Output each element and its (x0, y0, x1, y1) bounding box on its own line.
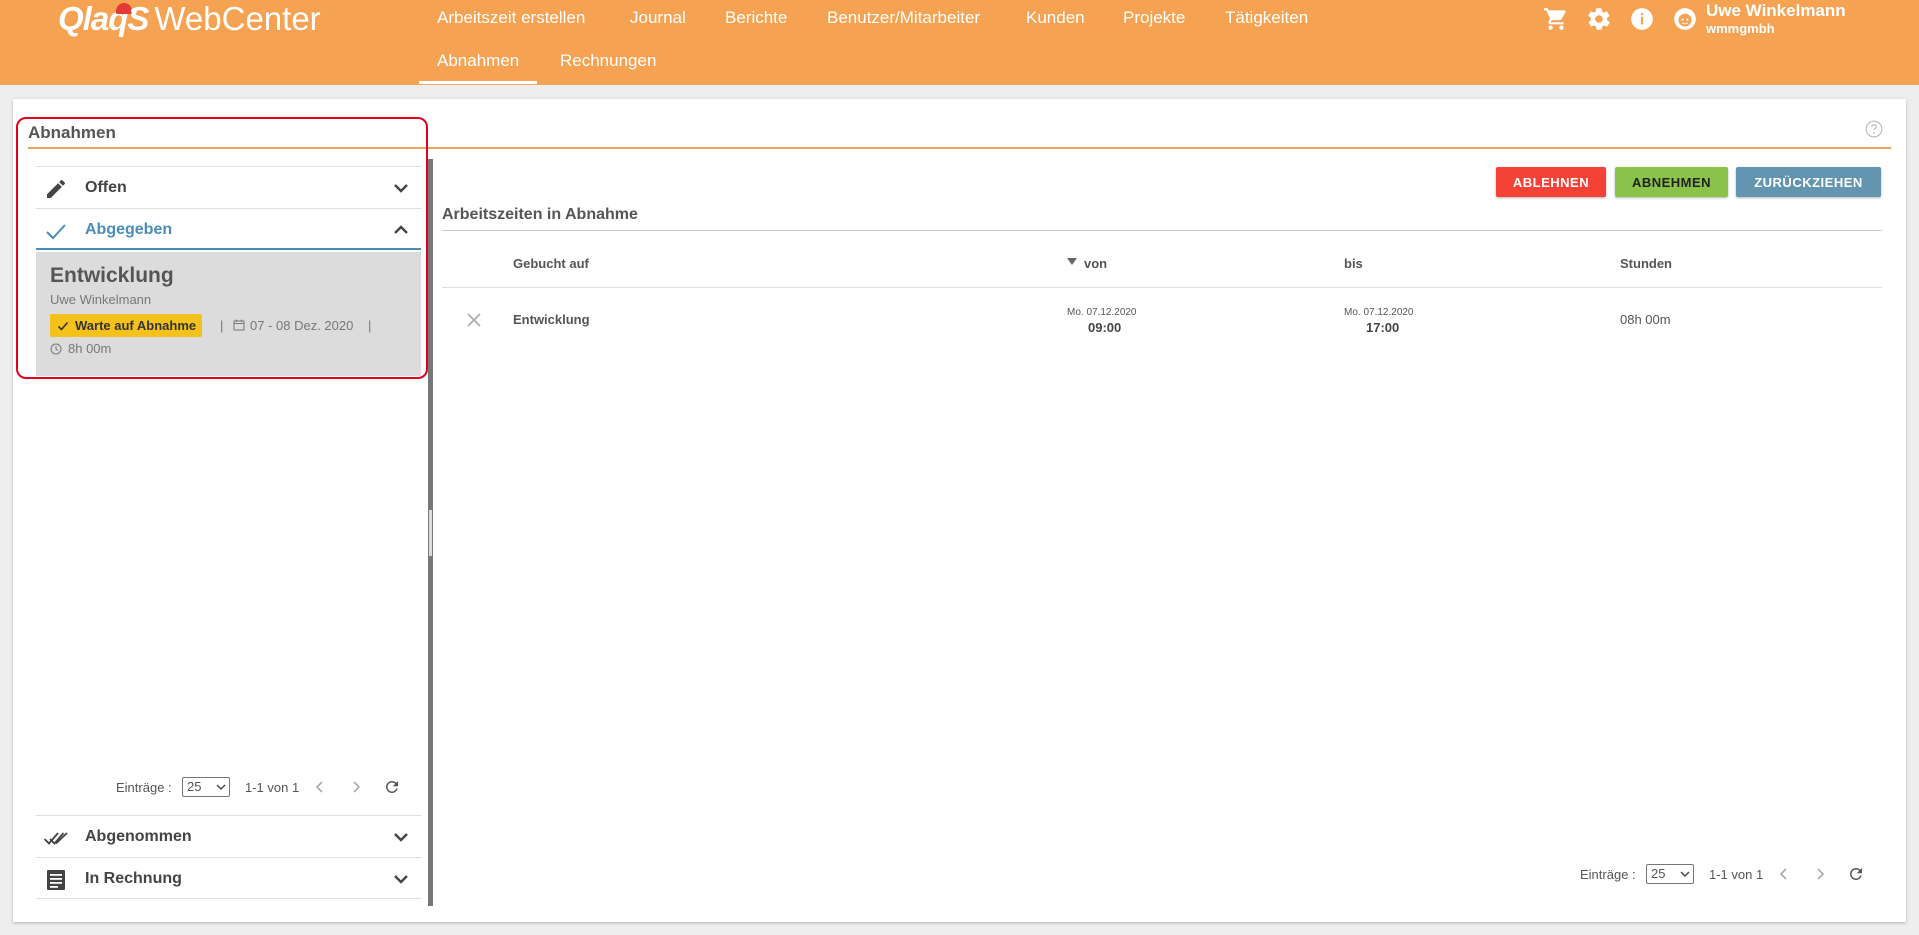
badge-label: Warte auf Abnahme (75, 318, 197, 333)
close-icon[interactable] (465, 311, 483, 329)
check-icon (46, 224, 66, 240)
reject-button[interactable]: ABLEHNEN (1496, 167, 1606, 197)
avatar-icon[interactable] (1672, 6, 1698, 32)
check-icon (57, 321, 69, 331)
splitter-grip[interactable] (429, 510, 432, 556)
double-check-icon (44, 832, 68, 845)
cell-to-time: 17:00 (1366, 320, 1400, 335)
col-von[interactable]: von (1084, 256, 1107, 271)
title-divider (28, 147, 1891, 149)
logo-brand: QlaqS (58, 0, 149, 37)
group-label: Abgenommen (85, 828, 192, 845)
nav-arbeitszeit-erstellen[interactable]: Arbeitszeit erstellen (437, 8, 585, 28)
calendar-icon (233, 319, 245, 331)
pager-range: 1-1 von 1 (245, 780, 300, 795)
item-title: Entwicklung (50, 264, 174, 287)
page-size-select[interactable]: 25 (1646, 864, 1694, 884)
chevron-right-icon[interactable] (1811, 865, 1829, 883)
info-icon[interactable] (1629, 6, 1655, 32)
refresh-icon[interactable] (383, 778, 401, 796)
logo-product: WebCenter (154, 0, 321, 37)
chevron-down-icon (1680, 871, 1690, 877)
group-label: Offen (85, 179, 127, 196)
nav-projekte[interactable]: Projekte (1123, 8, 1185, 28)
col-bis[interactable]: bis (1344, 256, 1363, 271)
user-company: wmmgmbh (1706, 21, 1775, 36)
group-in-rechnung[interactable]: In Rechnung (36, 857, 421, 899)
group-offen[interactable]: Offen (36, 166, 421, 208)
group-label: In Rechnung (85, 870, 182, 887)
chevron-down-icon (394, 875, 408, 884)
pencil-icon (47, 180, 65, 198)
chevron-right-icon[interactable] (347, 778, 365, 796)
section-title: Arbeitszeiten in Abnahme (442, 206, 638, 223)
chevron-up-icon (394, 225, 408, 234)
app-header: QlaqS WebCenter Arbeitszeit erstellen Jou… (0, 0, 1919, 85)
santa-hat-icon (116, 3, 137, 14)
status-badge: Warte auf Abnahme (50, 314, 203, 337)
nav-rechnungen[interactable]: Rechnungen (560, 51, 656, 71)
col-stunden[interactable]: Stunden (1620, 256, 1672, 271)
help-icon[interactable] (1865, 120, 1883, 138)
cell-from-date: Mo. 07.12.2020 (1067, 307, 1137, 318)
page-size-select[interactable]: 25 (182, 777, 230, 797)
cell-booked-on: Entwicklung (513, 312, 590, 327)
group-label: Abgegeben (85, 221, 173, 238)
clock-icon (50, 343, 62, 355)
nav-benutzer-mitarbeiter[interactable]: Benutzer/Mitarbeiter (827, 8, 980, 28)
pager-range: 1-1 von 1 (1709, 867, 1764, 882)
cart-icon[interactable] (1543, 6, 1569, 32)
withdraw-button[interactable]: ZURÜCKZIEHEN (1736, 167, 1881, 197)
refresh-icon[interactable] (1847, 865, 1865, 883)
sort-desc-icon[interactable] (1067, 258, 1077, 266)
user-name[interactable]: Uwe Winkelmann (1706, 1, 1846, 21)
section-divider (442, 230, 1882, 231)
pager-label: Einträge : (1580, 867, 1636, 882)
nav-journal[interactable]: Journal (630, 8, 686, 28)
gear-icon[interactable] (1586, 6, 1612, 32)
chevron-left-icon[interactable] (1775, 865, 1793, 883)
cell-from-time: 09:00 (1088, 320, 1122, 335)
item-duration: 8h 00m (68, 341, 112, 356)
meta-separator: | (220, 318, 224, 333)
pager-label: Einträge : (116, 780, 172, 795)
chevron-left-icon[interactable] (311, 778, 329, 796)
page-size-value: 25 (1651, 866, 1666, 881)
accept-button[interactable]: ABNEHMEN (1615, 167, 1728, 197)
receipt-icon (47, 870, 65, 890)
chevron-down-icon (216, 784, 226, 790)
header-divider (442, 287, 1882, 288)
cell-to-date: Mo. 07.12.2020 (1344, 307, 1414, 318)
col-gebucht-auf[interactable]: Gebucht auf (513, 256, 589, 271)
item-user: Uwe Winkelmann (50, 292, 152, 307)
meta-separator: | (368, 318, 372, 333)
nav-taetigkeiten[interactable]: Tätigkeiten (1225, 8, 1308, 28)
page-title: Abnahmen (28, 123, 116, 142)
list-item[interactable]: Entwicklung Uwe Winkelmann Warte auf Abn… (36, 252, 421, 376)
group-abgegeben[interactable]: Abgegeben (36, 208, 421, 250)
nav-kunden[interactable]: Kunden (1026, 8, 1085, 28)
item-date-range: 07 - 08 Dez. 2020 (250, 318, 354, 333)
page-size-value: 25 (187, 779, 202, 794)
chevron-down-icon (394, 833, 408, 842)
group-abgenommen[interactable]: Abgenommen (36, 815, 421, 857)
chevron-down-icon (394, 184, 408, 193)
cell-hours: 08h 00m (1620, 312, 1671, 327)
nav-berichte[interactable]: Berichte (725, 8, 787, 28)
app-logo[interactable]: QlaqS WebCenter (58, 0, 321, 38)
nav-abnahmen[interactable]: Abnahmen (418, 51, 538, 84)
